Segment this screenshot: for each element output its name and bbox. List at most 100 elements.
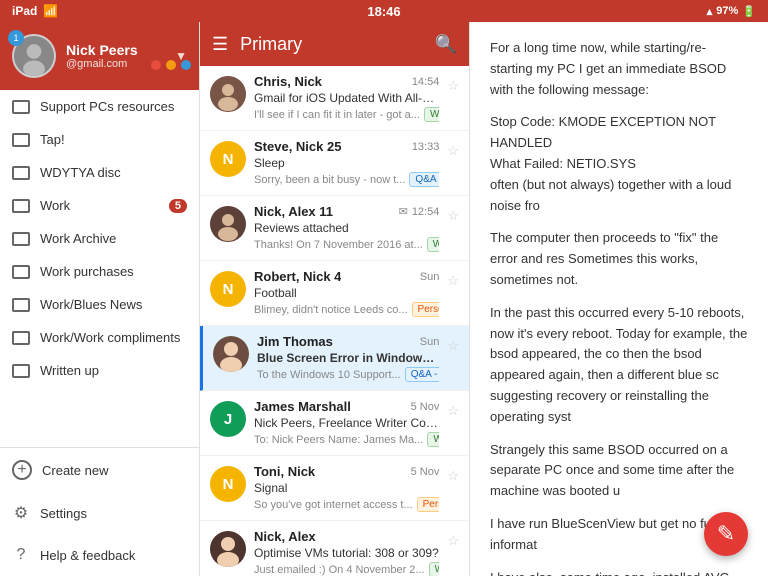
star-icon[interactable]: ☆ xyxy=(447,533,459,549)
email-content: Jim Thomas Sun Blue Screen Error in Wind… xyxy=(257,334,439,382)
email-item[interactable]: J James Marshall 5 Nov Nick Peers, Freel… xyxy=(200,391,469,456)
sidebar: 1 Nick Peers @gmail.com ▼ Support PCs re… xyxy=(0,22,200,576)
email-tag: Q&A - Vista xyxy=(409,172,439,187)
email-content-panel: For a long time now, while starting/re-s… xyxy=(470,22,768,576)
avatar xyxy=(210,76,246,112)
avatar xyxy=(213,336,249,372)
plus-icon: + xyxy=(12,460,32,480)
avatar xyxy=(210,206,246,242)
avatar: N xyxy=(210,466,246,502)
email-tag: Personal xyxy=(417,497,440,512)
folder-icon xyxy=(12,133,30,147)
email-content: Toni, Nick 5 Nov Signal So you've got in… xyxy=(254,464,439,512)
battery-label: 97% xyxy=(716,5,738,17)
email-subject: Nick Peers, Freelance Writer Contact:... xyxy=(254,416,439,430)
sidebar-item-label: Work Archive xyxy=(40,231,187,246)
email-item[interactable]: N Steve, Nick 25 13:33 Sleep Sorry, been… xyxy=(200,131,469,196)
folder-icon xyxy=(12,166,30,180)
email-subject: Gmail for iOS Updated With All-New L... xyxy=(254,91,439,105)
sidebar-item-work-purchases[interactable]: Work purchases xyxy=(0,255,199,288)
signal-icon: ▴ xyxy=(707,5,713,18)
gear-icon: ⚙ xyxy=(12,504,30,522)
email-content: Nick, Alex 11 ✉ 12:54 Reviews attached T… xyxy=(254,204,439,252)
email-time: Sun xyxy=(420,336,440,348)
sidebar-item-written-up[interactable]: Written up xyxy=(0,354,199,387)
email-sender: Chris, Nick xyxy=(254,74,322,89)
email-sender: Nick, Alex xyxy=(254,529,316,544)
sidebar-item-work-compliments[interactable]: Work/Work compliments xyxy=(0,321,199,354)
folder-icon xyxy=(12,298,30,312)
email-item[interactable]: Jim Thomas Sun Blue Screen Error in Wind… xyxy=(200,326,469,391)
compose-fab[interactable]: ✎ xyxy=(704,512,748,556)
email-content: Robert, Nick 4 Sun Football Blimey, didn… xyxy=(254,269,439,317)
email-tag: Personal xyxy=(412,302,440,317)
create-new-button[interactable]: + Create new xyxy=(0,448,199,492)
star-icon[interactable]: ☆ xyxy=(447,78,459,94)
sidebar-item-support-pcs[interactable]: Support PCs resources xyxy=(0,90,199,123)
email-item[interactable]: Chris, Nick 14:54 Gmail for iOS Updated … xyxy=(200,66,469,131)
battery-icon: 🔋 xyxy=(742,5,756,18)
email-time: 14:54 xyxy=(412,76,440,88)
sidebar-item-work-blues[interactable]: Work/Blues News xyxy=(0,288,199,321)
email-item[interactable]: Nick, Alex 11 ✉ 12:54 Reviews attached T… xyxy=(200,196,469,261)
status-bar: iPad 📶 18:46 ▴ 97% 🔋 xyxy=(0,0,768,22)
status-bar-time: 18:46 xyxy=(367,4,400,19)
help-feedback-label: Help & feedback xyxy=(40,548,135,563)
star-icon[interactable]: ☆ xyxy=(447,143,459,159)
star-icon[interactable]: ☆ xyxy=(447,208,459,224)
email-subject: Signal xyxy=(254,481,439,495)
email-item[interactable]: N Robert, Nick 4 Sun Football Blimey, di… xyxy=(200,261,469,326)
email-subject: Blue Screen Error in Windows 10 xyxy=(257,351,439,365)
email-list-panel: ☰ Primary 🔍 Chris, Nick 14:54 Gmail for … xyxy=(200,22,470,576)
folder-icon xyxy=(12,265,30,279)
wifi-icon: 📶 xyxy=(43,4,58,18)
sidebar-item-label: Work/Work compliments xyxy=(40,330,187,345)
folder-icon xyxy=(12,199,30,213)
email-top: Jim Thomas Sun xyxy=(257,334,439,349)
settings-button[interactable]: ⚙ Settings xyxy=(0,492,199,534)
sidebar-item-label: Tap! xyxy=(40,132,187,147)
folder-icon xyxy=(12,331,30,345)
email-item[interactable]: Nick, Alex Optimise VMs tutorial: 308 or… xyxy=(200,521,469,576)
search-icon[interactable]: 🔍 xyxy=(435,34,457,55)
sidebar-item-label: Work/Blues News xyxy=(40,297,187,312)
email-tag: Work xyxy=(424,107,439,122)
sidebar-item-label: Support PCs resources xyxy=(40,99,187,114)
email-content: Chris, Nick 14:54 Gmail for iOS Updated … xyxy=(254,74,439,122)
sidebar-profile[interactable]: 1 Nick Peers @gmail.com ▼ xyxy=(0,22,199,90)
email-top: Nick, Alex xyxy=(254,529,439,544)
email-top: Toni, Nick 5 Nov xyxy=(254,464,439,479)
star-icon[interactable]: ☆ xyxy=(447,403,459,419)
email-subject: Optimise VMs tutorial: 308 or 309? xyxy=(254,546,439,560)
sidebar-item-label: Work xyxy=(40,198,159,213)
email-time: 5 Nov xyxy=(411,466,440,478)
email-time: ✉ 12:54 xyxy=(399,205,440,218)
email-sender: Toni, Nick xyxy=(254,464,315,479)
email-top: Robert, Nick 4 Sun xyxy=(254,269,439,284)
sidebar-item-work[interactable]: Work 5 xyxy=(0,189,199,222)
email-list: Chris, Nick 14:54 Gmail for iOS Updated … xyxy=(200,66,469,576)
avatar: J xyxy=(210,401,246,437)
star-icon[interactable]: ☆ xyxy=(447,338,459,354)
email-tag: Q&A - Vista xyxy=(405,367,440,382)
sidebar-item-label: Written up xyxy=(40,363,187,378)
email-preview: To the Windows 10 Support... Q&A - Vista xyxy=(257,367,439,382)
email-subject: Football xyxy=(254,286,439,300)
avatar: N xyxy=(210,141,246,177)
hamburger-menu-icon[interactable]: ☰ xyxy=(212,34,228,55)
star-icon[interactable]: ☆ xyxy=(447,273,459,289)
email-tag: Work xyxy=(427,432,439,447)
sidebar-item-tap[interactable]: Tap! xyxy=(0,123,199,156)
star-icon[interactable]: ☆ xyxy=(447,468,459,484)
settings-label: Settings xyxy=(40,506,87,521)
email-item[interactable]: N Toni, Nick 5 Nov Signal So you've got … xyxy=(200,456,469,521)
email-sender: Robert, Nick 4 xyxy=(254,269,341,284)
avatar: N xyxy=(210,271,246,307)
email-subject: Reviews attached xyxy=(254,221,439,235)
pencil-icon: ✎ xyxy=(717,521,735,547)
email-right-wrapper: For a long time now, while starting/re-s… xyxy=(470,22,768,576)
folder-icon xyxy=(12,100,30,114)
sidebar-item-work-archive[interactable]: Work Archive xyxy=(0,222,199,255)
sidebar-item-wdytya[interactable]: WDYTYA disc xyxy=(0,156,199,189)
help-feedback-button[interactable]: ? Help & feedback xyxy=(0,534,199,576)
